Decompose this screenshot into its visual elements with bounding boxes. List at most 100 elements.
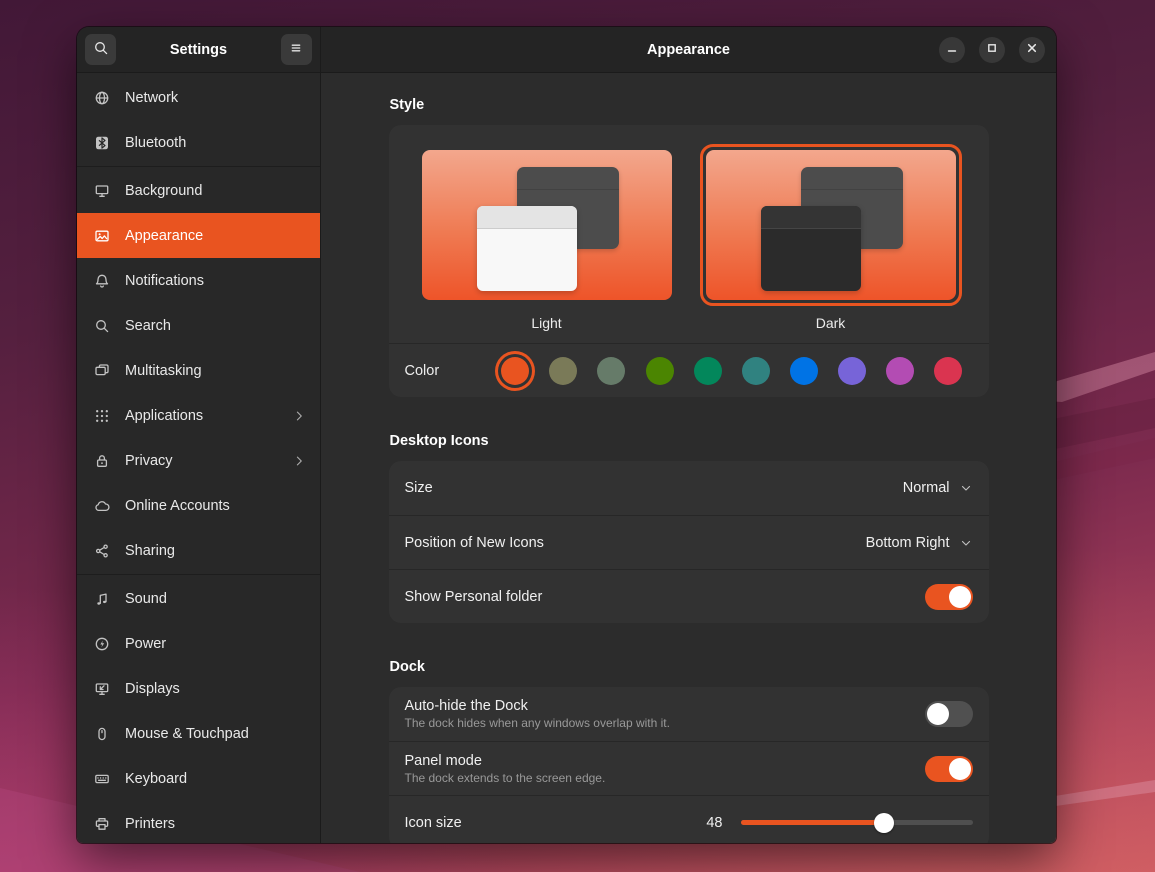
sidebar-item-label: Search bbox=[125, 318, 171, 334]
theme-option-dark[interactable]: Dark bbox=[700, 144, 962, 331]
content-column: Style Light Dark Color Desktop Icons bbox=[389, 97, 989, 843]
sidebar-item-label: Power bbox=[125, 636, 166, 652]
chevron-down-icon bbox=[959, 481, 973, 495]
desktop-wallpaper: Settings Network Bluetooth Background Appea… bbox=[0, 0, 1155, 872]
sidebar-item-sound[interactable]: Sound bbox=[77, 576, 320, 621]
row-label: Icon size bbox=[405, 815, 462, 831]
settings-window: Settings Network Bluetooth Background Appea… bbox=[77, 27, 1056, 843]
sidebar: Settings Network Bluetooth Background Appea… bbox=[77, 27, 321, 843]
sidebar-item-label: Bluetooth bbox=[125, 135, 186, 151]
theme-label: Dark bbox=[700, 315, 962, 331]
lock-icon bbox=[94, 453, 112, 469]
search-button[interactable] bbox=[85, 34, 116, 65]
show-personal-folder-toggle[interactable] bbox=[925, 584, 973, 610]
color-row: Color bbox=[389, 343, 989, 397]
sidebar-item-label: Printers bbox=[125, 816, 175, 832]
row-subtitle: The dock hides when any windows overlap … bbox=[405, 716, 670, 730]
theme-option-light[interactable]: Light bbox=[416, 144, 678, 331]
color-swatch-red[interactable] bbox=[934, 357, 962, 385]
main-panel: Appearance Style Light Dark Color bbox=[321, 27, 1056, 843]
minimize-button[interactable] bbox=[939, 37, 965, 63]
desktop-icons-row-size: SizeNormal bbox=[389, 461, 989, 515]
sidebar-item-displays[interactable]: Displays bbox=[77, 666, 320, 711]
sidebar-item-label: Mouse & Touchpad bbox=[125, 726, 249, 742]
share-icon bbox=[94, 543, 112, 559]
auto-hide-the-dock-toggle[interactable] bbox=[925, 701, 973, 727]
sidebar-item-appearance[interactable]: Appearance bbox=[77, 213, 320, 258]
desktop-icons-row-show-personal-folder: Show Personal folder bbox=[389, 569, 989, 623]
sidebar-item-label: Privacy bbox=[125, 453, 173, 469]
chevron-down-icon bbox=[959, 536, 973, 550]
color-swatch-purple[interactable] bbox=[838, 357, 866, 385]
toggle-knob bbox=[949, 586, 971, 608]
dock-card: Auto-hide the DockThe dock hides when an… bbox=[389, 687, 989, 843]
sidebar-divider bbox=[77, 166, 320, 167]
sidebar-item-label: Online Accounts bbox=[125, 498, 230, 514]
sidebar-item-notifications[interactable]: Notifications bbox=[77, 258, 320, 303]
preview-window-header bbox=[761, 206, 861, 229]
close-button[interactable] bbox=[1019, 37, 1045, 63]
sidebar-item-mouse-touchpad[interactable]: Mouse & Touchpad bbox=[77, 711, 320, 756]
sidebar-item-search[interactable]: Search bbox=[77, 303, 320, 348]
sidebar-item-applications[interactable]: Applications bbox=[77, 393, 320, 438]
sidebar-title: Settings bbox=[170, 42, 227, 58]
desktop-icons-heading: Desktop Icons bbox=[390, 433, 989, 449]
display-icon bbox=[94, 681, 112, 697]
sidebar-item-sharing[interactable]: Sharing bbox=[77, 528, 320, 573]
color-swatch-olive[interactable] bbox=[646, 357, 674, 385]
sidebar-item-background[interactable]: Background bbox=[77, 168, 320, 213]
main-headerbar: Appearance bbox=[321, 27, 1056, 73]
sidebar-item-label: Displays bbox=[125, 681, 180, 697]
row-label: Panel mode bbox=[405, 753, 606, 769]
mouse-icon bbox=[94, 726, 112, 742]
color-swatch-orange[interactable] bbox=[501, 357, 529, 385]
dock-row-auto-hide-the-dock: Auto-hide the DockThe dock hides when an… bbox=[389, 687, 989, 741]
main-content: Style Light Dark Color Desktop Icons bbox=[321, 73, 1056, 843]
theme-thumbnail-border bbox=[416, 144, 678, 306]
slider-fill bbox=[741, 820, 885, 825]
slider-knob[interactable] bbox=[874, 813, 894, 833]
panel-mode-toggle[interactable] bbox=[925, 756, 973, 782]
row-text: Icon size bbox=[405, 815, 462, 831]
row-label: Show Personal folder bbox=[405, 589, 543, 605]
menu-button[interactable] bbox=[281, 34, 312, 65]
sidebar-item-power[interactable]: Power bbox=[77, 621, 320, 666]
sidebar-item-label: Multitasking bbox=[125, 363, 202, 379]
appearance-icon bbox=[94, 228, 112, 244]
color-swatch-viridian[interactable] bbox=[694, 357, 722, 385]
sidebar-item-network[interactable]: Network bbox=[77, 75, 320, 120]
color-swatch-sage[interactable] bbox=[597, 357, 625, 385]
color-swatch-prussian-green[interactable] bbox=[742, 357, 770, 385]
color-swatch-blue[interactable] bbox=[790, 357, 818, 385]
icon-size-slider[interactable] bbox=[741, 810, 973, 836]
sidebar-item-label: Background bbox=[125, 183, 202, 199]
position-of-new-icons-dropdown[interactable]: Bottom Right bbox=[866, 535, 973, 551]
row-text: Show Personal folder bbox=[405, 589, 543, 605]
sidebar-header: Settings bbox=[77, 27, 320, 73]
sidebar-item-online-accounts[interactable]: Online Accounts bbox=[77, 483, 320, 528]
cloud-icon bbox=[94, 498, 112, 514]
style-heading: Style bbox=[390, 97, 989, 113]
sidebar-item-multitasking[interactable]: Multitasking bbox=[77, 348, 320, 393]
background-icon bbox=[94, 183, 112, 199]
sidebar-item-bluetooth[interactable]: Bluetooth bbox=[77, 120, 320, 165]
color-swatch-magenta[interactable] bbox=[886, 357, 914, 385]
row-text: Auto-hide the DockThe dock hides when an… bbox=[405, 698, 670, 730]
chevron-right-icon bbox=[292, 409, 306, 423]
window-controls bbox=[939, 27, 1045, 72]
theme-thumbnail bbox=[422, 150, 672, 300]
desktop-icons-card: SizeNormalPosition of New IconsBottom Ri… bbox=[389, 461, 989, 623]
page-title: Appearance bbox=[647, 42, 730, 58]
minimize-icon bbox=[944, 40, 960, 59]
maximize-button[interactable] bbox=[979, 37, 1005, 63]
sidebar-item-privacy[interactable]: Privacy bbox=[77, 438, 320, 483]
dock-row-panel-mode: Panel modeThe dock extends to the screen… bbox=[389, 741, 989, 795]
menu-icon bbox=[288, 40, 304, 59]
sidebar-nav: Network Bluetooth Background AppearanceNoti… bbox=[77, 73, 320, 843]
size-dropdown[interactable]: Normal bbox=[903, 480, 973, 496]
color-swatch-bark[interactable] bbox=[549, 357, 577, 385]
toggle-knob bbox=[949, 758, 971, 780]
sidebar-item-keyboard[interactable]: Keyboard bbox=[77, 756, 320, 801]
sidebar-item-label: Sound bbox=[125, 591, 167, 607]
sidebar-item-printers[interactable]: Printers bbox=[77, 801, 320, 843]
